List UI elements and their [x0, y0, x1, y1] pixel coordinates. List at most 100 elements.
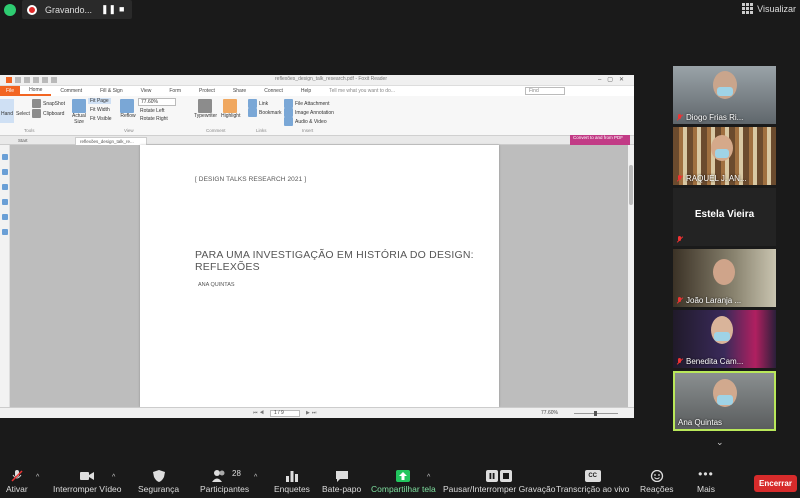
more-dots-icon: •••	[698, 467, 714, 481]
more-button[interactable]: ••• Mais	[697, 467, 715, 494]
fit-visible-button[interactable]: Fit Visible	[90, 116, 112, 122]
convert-promo-banner[interactable]: Convert to and from PDF	[570, 135, 630, 145]
participant-name-tag	[676, 236, 683, 244]
signatures-icon[interactable]	[2, 229, 8, 235]
video-options-caret[interactable]: ^	[112, 474, 115, 481]
rotate-right-button[interactable]: Rotate Right	[140, 116, 168, 122]
snapshot-label: SnapShot	[43, 100, 65, 107]
smiley-icon	[650, 470, 663, 482]
tab-start[interactable]: Start	[14, 137, 32, 145]
participant-name-center: Estela Vieira	[694, 209, 755, 220]
face-mask	[715, 149, 729, 158]
clipboard-button[interactable]: Clipboard	[32, 109, 64, 118]
stop-recording-icon[interactable]: ■	[119, 4, 124, 14]
face-mask	[717, 87, 733, 96]
participant-tile[interactable]: Diogo Frias Ri...	[673, 66, 776, 124]
hand-tool-button[interactable]: Hand	[0, 99, 14, 123]
participant-name-tag: Diogo Frias Ri...	[676, 113, 743, 122]
prev-page-icon[interactable]: ⏮◀	[253, 410, 266, 416]
audio-video-icon	[284, 117, 293, 126]
tell-me-input[interactable]: Tell me what you want to do...	[320, 88, 404, 94]
link-button[interactable]: Link	[248, 99, 268, 108]
zoom-select[interactable]: 77.60%	[138, 98, 176, 106]
document-canvas[interactable]: [ DESIGN TALKS RESEARCH 2021 ] PARA UMA …	[10, 145, 628, 407]
participant-tile[interactable]: João Laranja ...	[673, 249, 776, 307]
tab-comment[interactable]: Comment	[51, 88, 91, 94]
polls-button[interactable]: Enquetes	[274, 470, 310, 494]
reflow-button[interactable]: Reflow	[120, 99, 136, 119]
audio-video-button[interactable]: Audio & Video	[284, 117, 327, 126]
tab-share[interactable]: Share	[224, 88, 255, 94]
chat-button[interactable]: Bate-papo	[322, 470, 361, 494]
pause-recording-icon[interactable]: ❚❚	[101, 4, 116, 15]
pages-icon[interactable]	[2, 154, 8, 160]
end-meeting-button[interactable]: Encerrar	[754, 475, 797, 492]
scroll-thumb[interactable]	[629, 165, 633, 205]
bookmarks-icon[interactable]	[2, 169, 8, 175]
open-icon[interactable]	[15, 77, 21, 83]
bookmark-button[interactable]: Bookmark	[248, 108, 282, 117]
gallery-scroll-down-icon[interactable]: ⌄	[716, 437, 724, 448]
shield-icon	[152, 470, 165, 482]
link-icon	[248, 99, 257, 108]
save-icon[interactable]	[24, 77, 30, 83]
redo-icon[interactable]	[51, 77, 57, 83]
tab-home[interactable]: Home	[20, 86, 52, 96]
zoom-slider[interactable]	[574, 411, 618, 416]
document-tabs: Start reflexões_design_talk_re...	[0, 136, 634, 145]
snapshot-icon	[32, 99, 41, 108]
security-icon[interactable]	[2, 214, 8, 220]
participant-name-tag: RAQUEL J. AN...	[676, 174, 747, 183]
fit-page-button[interactable]: Fit Page	[88, 98, 111, 104]
participants-options-caret[interactable]: ^	[254, 474, 257, 481]
attachments-icon[interactable]	[2, 199, 8, 205]
undo-icon[interactable]	[42, 77, 48, 83]
zoom-value: 77.60%	[138, 98, 176, 106]
tab-help[interactable]: Help	[292, 88, 320, 94]
snapshot-button[interactable]: SnapShot	[32, 99, 65, 108]
participants-count: 28	[232, 469, 241, 478]
layers-icon[interactable]	[2, 184, 8, 190]
pause-stop-recording-label: Pausar/Interromper Gravação	[443, 484, 556, 494]
tab-file[interactable]: File	[0, 86, 21, 96]
page-number-input[interactable]: 1 / 9	[270, 410, 300, 417]
participant-tile-active[interactable]: Ana Quintas	[673, 371, 776, 431]
rotate-left-button[interactable]: Rotate Left	[140, 108, 164, 114]
vertical-scrollbar[interactable]	[628, 145, 634, 407]
status-zoom[interactable]: 77.60%	[541, 410, 558, 416]
grid-view-icon	[742, 3, 754, 14]
document-title-line2: REFLEXÕES	[195, 261, 260, 273]
view-button[interactable]: Visualizar	[742, 3, 796, 14]
typewriter-button[interactable]: Typewriter	[194, 99, 217, 119]
share-options-caret[interactable]: ^	[427, 474, 430, 481]
mic-muted-icon	[676, 113, 683, 122]
tab-view[interactable]: View	[132, 88, 161, 94]
participant-tile[interactable]: Benedita Cam...	[673, 310, 776, 368]
find-input[interactable]: Find	[525, 87, 565, 95]
mic-muted-icon	[676, 357, 683, 366]
highlight-button[interactable]: Highlight	[221, 99, 240, 119]
tab-document[interactable]: reflexões_design_talk_re...	[75, 137, 147, 145]
live-transcript-button[interactable]: CC Transcrição ao vivo	[556, 470, 629, 494]
file-attachment-button[interactable]: File Attachment	[284, 99, 329, 108]
next-page-icon[interactable]: ▶⏭	[306, 410, 318, 416]
participant-tile[interactable]: Estela Vieira	[673, 188, 776, 246]
image-annotation-button[interactable]: Image Annotation	[284, 108, 334, 117]
actual-size-button[interactable]: Actual Size	[72, 99, 86, 125]
tab-form[interactable]: Form	[160, 88, 190, 94]
window-controls[interactable]: –▢✕	[598, 76, 630, 83]
print-icon[interactable]	[33, 77, 39, 83]
participants-button[interactable]: 28 Participantes	[200, 469, 249, 494]
tab-fill-sign[interactable]: Fill & Sign	[91, 88, 132, 94]
participant-tile[interactable]: RAQUEL J. AN...	[673, 127, 776, 185]
tab-connect[interactable]: Connect	[255, 88, 292, 94]
fit-width-button[interactable]: Fit Width	[90, 107, 110, 113]
unmute-button[interactable]: Ativar	[6, 470, 28, 494]
zoom-slider-handle[interactable]	[594, 411, 597, 416]
tab-protect[interactable]: Protect	[190, 88, 224, 94]
security-button[interactable]: Segurança	[138, 470, 179, 494]
select-tool-button[interactable]: Select	[16, 111, 30, 117]
audio-options-caret[interactable]: ^	[36, 474, 39, 481]
reactions-button[interactable]: Reações	[640, 470, 674, 494]
pause-stop-recording-button[interactable]: Pausar/Interromper Gravação	[443, 470, 555, 494]
